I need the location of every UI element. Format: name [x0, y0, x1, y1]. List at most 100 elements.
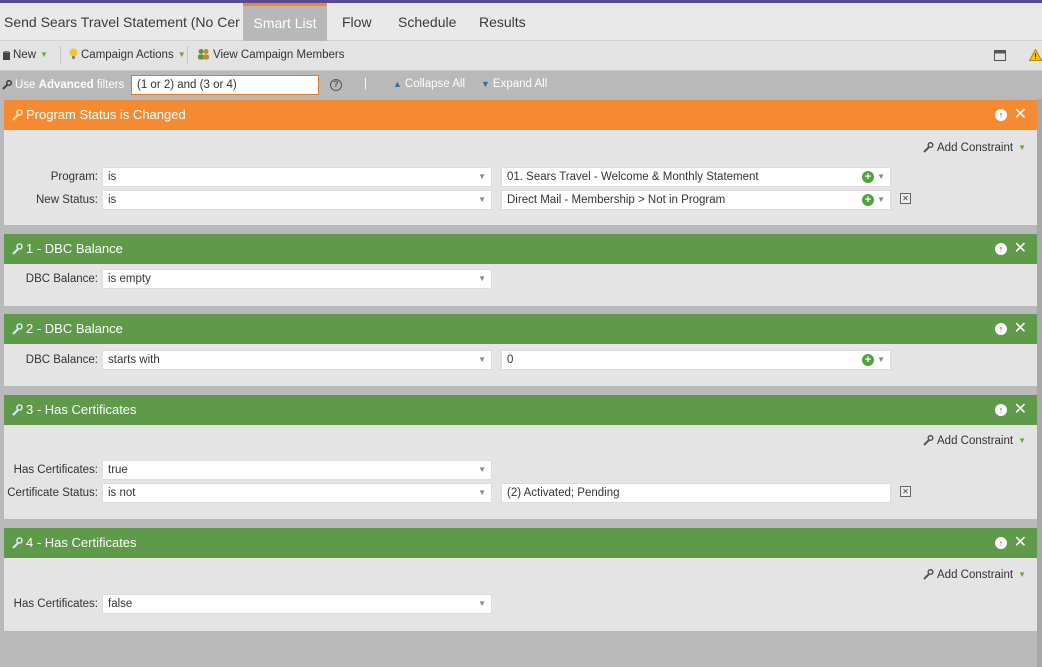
add-constraint-button[interactable]: Add Constraint ▼	[923, 435, 1026, 447]
operator-value: is	[108, 194, 117, 206]
separator: |	[364, 78, 367, 90]
add-constraint-label: Add Constraint	[937, 569, 1014, 581]
filter-title: 2 - DBC Balance	[26, 321, 123, 336]
tab-results[interactable]: Results	[479, 3, 526, 41]
field-label: DBC Balance:	[25, 354, 98, 366]
constraint-row: Certificate Status: is not ▼ (2) Activate…	[4, 483, 1037, 503]
filters-label: filters	[96, 79, 125, 91]
value-select[interactable]: 0 ▼	[501, 350, 891, 370]
add-constraint-button[interactable]: Add Constraint ▼	[923, 142, 1026, 154]
advanced-filters-toggle[interactable]: Use Advanced filters▼	[2, 71, 136, 99]
chevron-down-icon: ▼	[1018, 570, 1026, 579]
wrench-icon	[12, 109, 23, 121]
filter-header[interactable]: 4 - Has Certificates ↑ ✕	[4, 528, 1037, 558]
value-select[interactable]: Direct Mail - Membership > Not in Progra…	[501, 190, 891, 210]
chevron-down-icon: ▼	[40, 50, 48, 59]
dropdown-arrow-icon: ▼	[877, 195, 885, 204]
field-label: Has Certificates:	[13, 464, 98, 476]
warning-icon[interactable]	[1029, 49, 1042, 61]
new-icon	[3, 51, 10, 60]
dropdown-arrow-icon: ▼	[478, 599, 486, 608]
constraint-row: DBC Balance: starts with ▼ 0 ▼ +	[4, 350, 1037, 370]
filter-header[interactable]: 2 - DBC Balance ↑ ✕	[4, 314, 1037, 344]
help-icon[interactable]: ?	[330, 79, 342, 91]
move-up-icon[interactable]: ↑	[995, 404, 1007, 416]
campaign-actions-button[interactable]: Campaign Actions ▼	[69, 41, 186, 69]
operator-select[interactable]: is ▼	[102, 190, 492, 210]
view-campaign-members-button[interactable]: View Campaign Members	[197, 41, 344, 69]
filter-header[interactable]: Program Status is Changed ↑ ✕	[4, 100, 1037, 130]
operator-value: is empty	[108, 273, 151, 285]
filter-title: 1 - DBC Balance	[26, 241, 123, 256]
close-icon[interactable]: ✕	[1014, 528, 1027, 558]
dropdown-arrow-icon: ▼	[478, 195, 486, 204]
collapse-icon: ▲	[393, 79, 402, 89]
operator-value: is	[108, 171, 117, 183]
constraint-row: Program: is ▼ 01. Sears Travel - Welcome …	[4, 167, 1037, 187]
people-icon	[198, 49, 209, 60]
move-up-icon[interactable]: ↑	[995, 537, 1007, 549]
tab-schedule[interactable]: Schedule	[398, 3, 456, 41]
wrench-icon	[923, 569, 934, 580]
move-up-icon[interactable]: ↑	[995, 243, 1007, 255]
value-text: 0	[507, 354, 514, 366]
dropdown-arrow-icon: ▼	[877, 355, 885, 364]
toolbar-divider	[60, 46, 61, 64]
remove-constraint-icon[interactable]: ✕	[900, 486, 911, 497]
field-label: New Status:	[36, 194, 98, 206]
toolbar: New ▼ Campaign Actions ▼ View Campaign Mem…	[0, 41, 1042, 71]
operator-value: starts with	[108, 354, 160, 366]
filter-title: 4 - Has Certificates	[26, 535, 137, 550]
chevron-down-icon: ▼	[177, 50, 186, 59]
window-icon[interactable]	[994, 50, 1006, 61]
scrollbar[interactable]	[1037, 99, 1042, 667]
new-button[interactable]: New ▼	[3, 41, 48, 69]
filter-card: 2 - DBC Balance ↑ ✕ DBC Balance: starts …	[4, 314, 1037, 386]
expand-all-label: Expand All	[492, 78, 548, 90]
add-value-icon[interactable]: +	[862, 194, 874, 206]
operator-select[interactable]: false ▼	[102, 594, 492, 614]
filter-header[interactable]: 3 - Has Certificates ↑ ✕	[4, 395, 1037, 425]
operator-select[interactable]: is empty ▼	[102, 269, 492, 289]
operator-select[interactable]: true ▼	[102, 460, 492, 480]
add-constraint-button[interactable]: Add Constraint ▼	[923, 569, 1026, 581]
filter-header[interactable]: 1 - DBC Balance ↑ ✕	[4, 234, 1037, 264]
close-icon[interactable]: ✕	[1014, 100, 1027, 130]
close-icon[interactable]: ✕	[1014, 314, 1027, 344]
tab-campaign[interactable]: Send Sears Travel Statement (No Cert/...	[4, 3, 240, 41]
value-text: 01. Sears Travel - Welcome & Monthly Sta…	[507, 171, 759, 183]
close-icon[interactable]: ✕	[1014, 234, 1027, 264]
expand-icon: ▼	[481, 79, 490, 89]
advanced-label: Advanced	[38, 79, 94, 91]
move-up-icon[interactable]: ↑	[995, 109, 1007, 121]
smart-list-canvas: Program Status is Changed ↑ ✕ Add Constr…	[4, 99, 1037, 667]
wrench-icon	[923, 435, 934, 446]
operator-select[interactable]: starts with ▼	[102, 350, 492, 370]
filter-logic-input[interactable]	[131, 75, 319, 95]
remove-constraint-icon[interactable]: ✕	[900, 193, 911, 204]
tab-flow[interactable]: Flow	[342, 3, 372, 41]
dropdown-arrow-icon: ▼	[478, 488, 486, 497]
tab-smart-list[interactable]: Smart List	[243, 3, 327, 41]
filter-card: 3 - Has Certificates ↑ ✕ Add Constraint ▼…	[4, 395, 1037, 519]
close-icon[interactable]: ✕	[1014, 395, 1027, 425]
new-label: New	[13, 49, 37, 61]
value-input[interactable]: (2) Activated; Pending	[501, 483, 891, 503]
value-text: (2) Activated; Pending	[507, 487, 620, 499]
value-text: Direct Mail - Membership > Not in Progra…	[507, 194, 726, 206]
operator-select[interactable]: is ▼	[102, 167, 492, 187]
wrench-icon	[12, 404, 23, 416]
operator-select[interactable]: is not ▼	[102, 483, 492, 503]
collapse-all-button[interactable]: ▲ Collapse All	[393, 71, 465, 99]
wrench-icon	[12, 323, 23, 335]
filter-logic-bar: Use Advanced filters▼ ? | ▲Collapse All …	[0, 71, 1042, 99]
value-select[interactable]: 01. Sears Travel - Welcome & Monthly Sta…	[501, 167, 891, 187]
add-value-icon[interactable]: +	[862, 171, 874, 183]
add-constraint-label: Add Constraint	[937, 142, 1014, 154]
expand-all-button[interactable]: ▼ Expand All	[481, 71, 547, 99]
chevron-down-icon: ▼	[1018, 436, 1026, 445]
dropdown-arrow-icon: ▼	[478, 274, 486, 283]
add-value-icon[interactable]: +	[862, 354, 874, 366]
move-up-icon[interactable]: ↑	[995, 323, 1007, 335]
wrench-icon	[12, 537, 23, 549]
